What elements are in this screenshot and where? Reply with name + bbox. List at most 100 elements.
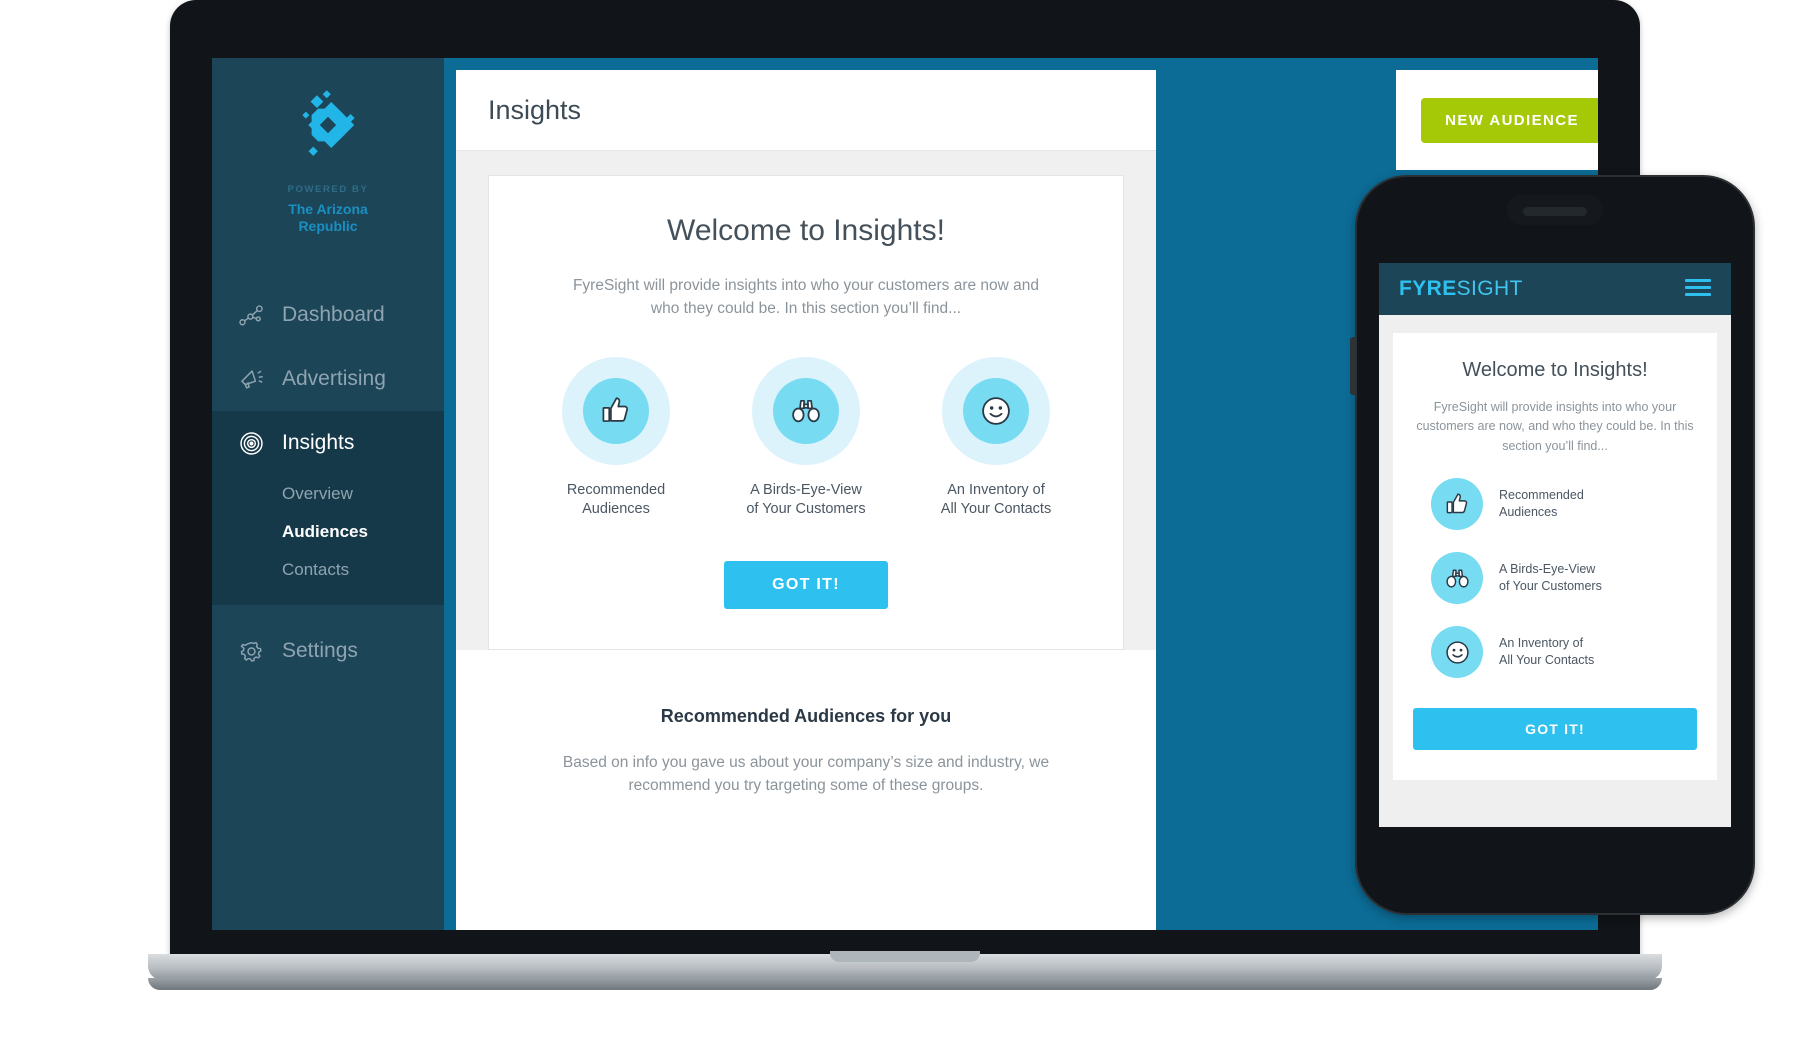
welcome-card: Welcome to Insights! FyreSight will prov… [488, 175, 1124, 650]
mobile-feature-disc [1431, 552, 1483, 605]
got-it-wrap: GOT IT! [517, 560, 1095, 609]
mobile-header: FYRESIGHT [1379, 263, 1731, 315]
mobile-feature-disc [1431, 478, 1483, 531]
mobile-description-line-1: FyreSight will provide insights into who [1433, 400, 1649, 414]
sidebar-subitem-audiences[interactable]: Audiences [212, 513, 444, 551]
mobile-feature-label-line-2: Audiences [1499, 505, 1558, 520]
sidebar-item-dashboard[interactable]: Dashboard [212, 283, 444, 347]
page-title: Insights [488, 94, 582, 125]
hamburger-bar [1685, 293, 1711, 296]
sidebar-item-label-advertising: Advertising [282, 367, 386, 391]
recommended-audiences-section: Recommended Audiences for you Based on i… [456, 649, 1156, 798]
gear-icon [240, 641, 262, 662]
sidebar-item-label-dashboard: Dashboard [282, 303, 385, 327]
feature-birds-eye-view: A Birds-Eye-View of Your Customers [732, 356, 880, 519]
got-it-button[interactable]: GOT IT! [724, 560, 888, 609]
feature-label-line-2: Audiences [582, 500, 650, 517]
new-audience-button[interactable]: NEW AUDIENCE [1421, 97, 1598, 143]
sidebar-subnav: Overview Audiences Contacts [212, 475, 444, 605]
laptop-foot [148, 978, 1662, 990]
smiley-face-icon [1445, 640, 1469, 664]
binoculars-icon [1445, 569, 1469, 588]
feature-disc [963, 377, 1029, 444]
mobile-feature-inventory-contacts: An Inventory of All Your Contacts [1413, 626, 1697, 679]
feature-label: Recommended Audiences [542, 481, 690, 519]
smiley-face-icon [982, 396, 1010, 425]
feature-halo [562, 356, 670, 465]
new-audience-callout: NEW AUDIENCE [1396, 70, 1598, 170]
welcome-description-line-2: who they could be. In this section you’l… [650, 300, 962, 318]
sidebar-item-label-insights: Insights [282, 431, 355, 455]
sidebar-subitem-overview[interactable]: Overview [212, 475, 444, 513]
welcome-zone: Welcome to Insights! FyreSight will prov… [456, 151, 1156, 650]
hamburger-bar [1685, 279, 1711, 282]
recommended-heading: Recommended Audiences for you [660, 705, 952, 726]
mobile-feature-label: An Inventory of All Your Contacts [1499, 635, 1594, 669]
thumbs-up-icon [602, 396, 629, 422]
mobile-feature-disc [1431, 626, 1483, 679]
phone-screen: FYRESIGHT Welcome to Insights! FyreSight… [1379, 263, 1731, 827]
sidebar-logo-block: POWERED BY The Arizona Republic [212, 58, 444, 235]
mobile-feature-label-line-1: An Inventory of [1499, 636, 1584, 651]
feature-list: Recommended Audiences A Birds-Eye-View o… [517, 356, 1095, 519]
target-bullseye-icon [240, 431, 263, 455]
feature-label: An Inventory of All Your Contacts [922, 481, 1070, 519]
powered-by-label: POWERED BY [287, 184, 369, 195]
mobile-feature-label: Recommended Audiences [1499, 487, 1584, 521]
feature-label-line-2: All Your Contacts [940, 500, 1052, 517]
hamburger-menu-icon[interactable] [1685, 279, 1711, 299]
sidebar-group-insights: Insights Overview Audiences Contacts [212, 411, 444, 606]
mobile-welcome-heading: Welcome to Insights! [1462, 359, 1648, 381]
mobile-got-it-button[interactable]: GOT IT! [1413, 708, 1697, 751]
feature-recommended-audiences: Recommended Audiences [542, 356, 690, 519]
feature-label-line-1: Recommended [566, 481, 666, 498]
welcome-description: FyreSight will provide insights into who… [571, 274, 1041, 321]
mobile-feature-birds-eye-view: A Birds-Eye-View of Your Customers [1413, 552, 1697, 605]
mobile-got-it-wrap: GOT IT! [1413, 708, 1697, 751]
screenshot-stage: POWERED BY The Arizona Republic Dashboar… [0, 0, 1800, 1056]
brand-line-2: Republic [298, 218, 358, 235]
brand-name: The Arizona Republic [212, 201, 444, 235]
mobile-feature-label-line-2: All Your Contacts [1499, 653, 1595, 668]
feature-label-line-2: of Your Customers [746, 500, 866, 517]
feature-label: A Birds-Eye-View of Your Customers [732, 481, 880, 519]
feature-disc [773, 377, 839, 444]
feature-disc [583, 377, 649, 444]
mobile-welcome-card: Welcome to Insights! FyreSight will prov… [1393, 333, 1717, 781]
welcome-description-line-1: FyreSight will provide insights into who… [572, 277, 1040, 294]
feature-label-line-1: A Birds-Eye-View [750, 481, 862, 498]
sidebar-item-label-settings: Settings [282, 639, 358, 663]
mobile-feature-label-line-1: Recommended [1499, 488, 1584, 503]
sidebar: POWERED BY The Arizona Republic Dashboar… [212, 58, 444, 930]
phone-side-button[interactable] [1350, 337, 1356, 395]
mobile-brand-light: SIGHT [1456, 277, 1523, 300]
mobile-feature-label-line-1: A Birds-Eye-View [1499, 562, 1596, 577]
mobile-feature-label-line-2: of Your Customers [1499, 579, 1602, 594]
mobile-body: Welcome to Insights! FyreSight will prov… [1379, 315, 1731, 798]
feature-halo [752, 356, 860, 465]
mobile-welcome-description: FyreSight will provide insights into who… [1413, 398, 1697, 456]
thumbs-up-icon [1446, 493, 1467, 513]
fyresight-diamond-logo-icon [302, 90, 355, 156]
phone-speaker [1523, 207, 1587, 216]
feature-halo [942, 356, 1050, 465]
hamburger-bar [1685, 286, 1711, 289]
recommended-description-line-1: Based on info you gave us about your com… [562, 753, 1025, 771]
feature-label-line-1: An Inventory of [947, 481, 1045, 498]
mobile-brand-bold: FYRE [1399, 277, 1457, 300]
megaphone-icon [241, 369, 263, 389]
sidebar-subitem-contacts[interactable]: Contacts [212, 551, 444, 589]
sidebar-item-insights[interactable]: Insights [212, 411, 444, 475]
sidebar-nav: Dashboard Advertising Insights Overview … [212, 283, 444, 683]
sidebar-item-advertising[interactable]: Advertising [212, 347, 444, 411]
laptop-trackpad-notch [830, 951, 980, 962]
phone-device: FYRESIGHT Welcome to Insights! FyreSight… [1350, 175, 1755, 915]
mobile-feature-recommended-audiences: Recommended Audiences [1413, 478, 1697, 531]
brand-line-1: The Arizona [288, 201, 368, 217]
page-header: Insights [456, 70, 1156, 151]
feature-inventory-contacts: An Inventory of All Your Contacts [922, 356, 1070, 519]
content-panel: Insights Welcome to Insights! FyreSight … [456, 70, 1156, 930]
laptop-base [148, 951, 1662, 980]
sidebar-item-settings[interactable]: Settings [212, 619, 444, 683]
welcome-heading: Welcome to Insights! [667, 214, 945, 247]
